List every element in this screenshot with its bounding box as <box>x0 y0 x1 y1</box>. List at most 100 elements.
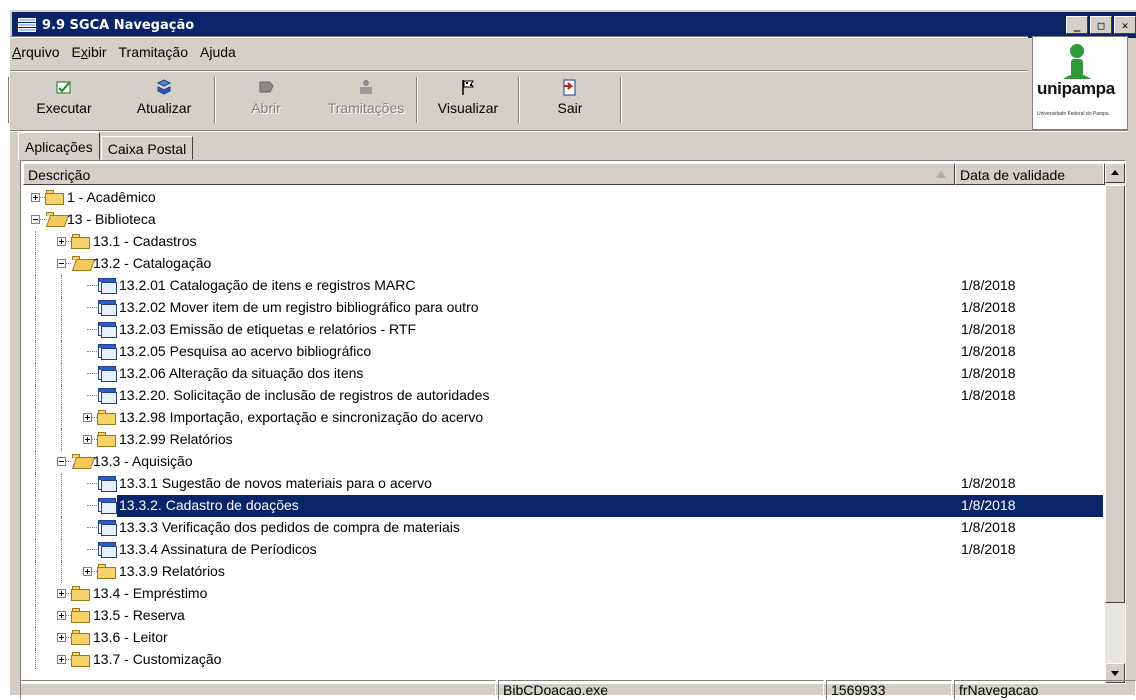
collapse-minus-icon[interactable] <box>31 215 40 224</box>
tree-item-label: 13.3 - Aquisição <box>93 453 193 469</box>
tree-item-folder[interactable]: 13.2.99 Relatórios <box>23 429 1103 451</box>
folder-open-icon <box>71 256 96 271</box>
tree-item-folder[interactable]: 13 - Biblioteca <box>23 209 1103 231</box>
tree-item-label: 13.2.20. Solicitação de inclusão de regi… <box>119 387 490 403</box>
collapse-minus-icon[interactable] <box>57 457 66 466</box>
tree-item-label: 13.1 - Cadastros <box>93 233 197 249</box>
abrir-label: Abrir <box>251 100 281 116</box>
expand-plus-icon[interactable] <box>57 633 66 642</box>
expand-plus-icon[interactable] <box>83 435 92 444</box>
tree-connector <box>87 549 97 550</box>
maximize-button[interactable]: □ <box>1090 16 1112 34</box>
tree-item-label: 13.3.3 Verificação dos pedidos de compra… <box>119 519 460 535</box>
tree-item-validity-date: 1/8/2018 <box>961 497 1016 513</box>
tree-item-folder[interactable]: 1 - Acadêmico <box>23 187 1103 209</box>
menu-ajuda[interactable]: Ajuda <box>200 44 236 60</box>
expand-plus-icon[interactable] <box>31 193 40 202</box>
tree-item-folder[interactable]: 13.1 - Cadastros <box>23 231 1103 253</box>
tree-item-label: 13.3.1 Sugestão de novos materiais para … <box>119 475 432 491</box>
tree-item-folder[interactable]: 13.5 - Reserva <box>23 605 1103 627</box>
tree-item-folder[interactable]: 13.7 - Customização <box>23 649 1103 669</box>
column-descricao[interactable]: Descrição <box>23 163 955 185</box>
toolbar-grip <box>8 77 10 123</box>
tree-item-application[interactable]: 13.2.03 Emissão de etiquetas e relatório… <box>23 319 1103 341</box>
scroll-thumb[interactable] <box>1105 185 1125 603</box>
tree-item-validity-date: 1/8/2018 <box>961 387 1016 403</box>
refresh-icon <box>156 79 172 95</box>
tree-item-folder[interactable]: 13.2.98 Importação, exportação e sincron… <box>23 407 1103 429</box>
tree-item-label: 13.2.01 Catalogação de itens e registros… <box>119 277 416 293</box>
tab-aplicacoes[interactable]: Aplicações <box>18 132 100 160</box>
folder-icon <box>97 432 117 447</box>
menu-tramitacao[interactable]: Tramitação <box>119 44 189 60</box>
tree-item-application[interactable]: 13.2.01 Catalogação de itens e registros… <box>23 275 1103 297</box>
atualizar-button[interactable]: Atualizar <box>114 74 214 126</box>
tabs-top-divider <box>10 130 1128 132</box>
tree-guide-line <box>35 429 36 451</box>
status-exe: BibCDoacao.exe <box>498 680 824 700</box>
atualizar-label: Atualizar <box>136 100 192 116</box>
tree-item-folder[interactable]: 13.6 - Leitor <box>23 627 1103 649</box>
tree-guide-line <box>35 363 36 385</box>
tramitacoes-button[interactable]: Tramitações <box>316 74 416 126</box>
tree-item-label: 13.4 - Empréstimo <box>93 585 208 601</box>
title-bar[interactable]: 9.9 SGCA Navegação _ □ ✕ <box>12 12 1136 38</box>
tree-item-folder[interactable]: 13.4 - Empréstimo <box>23 583 1103 605</box>
tree-guide-line <box>35 231 36 253</box>
tree-item-folder[interactable]: 13.2 - Catalogação <box>23 253 1103 275</box>
tree-connector <box>87 307 97 308</box>
tree-item-application[interactable]: 13.3.2. Cadastro de doações 1/8/2018 <box>23 495 1103 517</box>
tree-item-application[interactable]: 13.2.02 Mover item de um registro biblio… <box>23 297 1103 319</box>
expand-plus-icon[interactable] <box>57 611 66 620</box>
tree-connector <box>87 329 97 330</box>
visualizar-button[interactable]: Visualizar <box>418 74 518 126</box>
tree-item-folder[interactable]: 13.3.9 Relatórios <box>23 561 1103 583</box>
expand-plus-icon[interactable] <box>57 237 66 246</box>
tree-guide-line <box>61 319 62 341</box>
sair-button[interactable]: Sair <box>520 74 620 126</box>
menu-arquivo[interactable]: Arquivo <box>12 44 59 60</box>
tree-item-application[interactable]: 13.3.4 Assinatura de Períodicos 1/8/2018 <box>23 539 1103 561</box>
executar-button[interactable]: Executar <box>14 74 114 126</box>
tree-item-label: 13.2.03 Emissão de etiquetas e relatório… <box>119 321 417 337</box>
tramitacoes-icon <box>360 80 372 94</box>
tree-item-validity-date: 1/8/2018 <box>961 277 1016 293</box>
tree-item-label: 13.6 - Leitor <box>93 629 168 645</box>
sair-label: Sair <box>557 100 583 116</box>
scroll-up-button[interactable] <box>1105 163 1125 183</box>
expand-plus-icon[interactable] <box>83 567 92 576</box>
tree-item-folder[interactable]: 13.3 - Aquisição <box>23 451 1103 473</box>
tree-guide-line <box>35 275 36 297</box>
folder-icon <box>45 190 65 205</box>
tree-guide-line <box>35 561 36 583</box>
tree-item-application[interactable]: 13.2.05 Pesquisa ao acervo bibliográfico… <box>23 341 1103 363</box>
tree-item-application[interactable]: 13.3.3 Verificação dos pedidos de compra… <box>23 517 1103 539</box>
toolbar-separator <box>620 77 622 123</box>
menu-exibir[interactable]: Exibir <box>71 44 106 60</box>
column-data-validade-label: Data de validade <box>960 167 1066 183</box>
tree-connector <box>87 527 97 528</box>
tree-item-validity-date: 1/8/2018 <box>961 365 1016 381</box>
tab-caixa-postal[interactable]: Caixa Postal <box>100 136 194 160</box>
collapse-minus-icon[interactable] <box>57 259 66 268</box>
tree-guide-line <box>35 627 36 649</box>
app-stack-icon <box>18 17 38 33</box>
expand-plus-icon[interactable] <box>57 655 66 664</box>
status-cell-empty <box>20 680 496 700</box>
tree-item-application[interactable]: 13.2.20. Solicitação de inclusão de regi… <box>23 385 1103 407</box>
expand-plus-icon[interactable] <box>57 589 66 598</box>
tree-item-label: 13.2.06 Alteração da situação dos itens <box>119 365 364 381</box>
tree-guide-line <box>35 583 36 605</box>
vertical-scrollbar[interactable] <box>1105 163 1125 683</box>
column-data-validade[interactable]: Data de validade <box>955 163 1105 185</box>
application-window-icon <box>97 322 117 338</box>
tree-item-application[interactable]: 13.2.06 Alteração da situação dos itens 1… <box>23 363 1103 385</box>
expand-plus-icon[interactable] <box>83 413 92 422</box>
arrow-up-icon <box>1111 170 1119 175</box>
application-window-icon <box>97 542 117 558</box>
abrir-button[interactable]: Abrir <box>216 74 316 126</box>
view-flag-icon <box>462 80 474 95</box>
minimize-button[interactable]: _ <box>1066 16 1088 34</box>
close-button[interactable]: ✕ <box>1114 16 1136 34</box>
tree-item-application[interactable]: 13.3.1 Sugestão de novos materiais para … <box>23 473 1103 495</box>
